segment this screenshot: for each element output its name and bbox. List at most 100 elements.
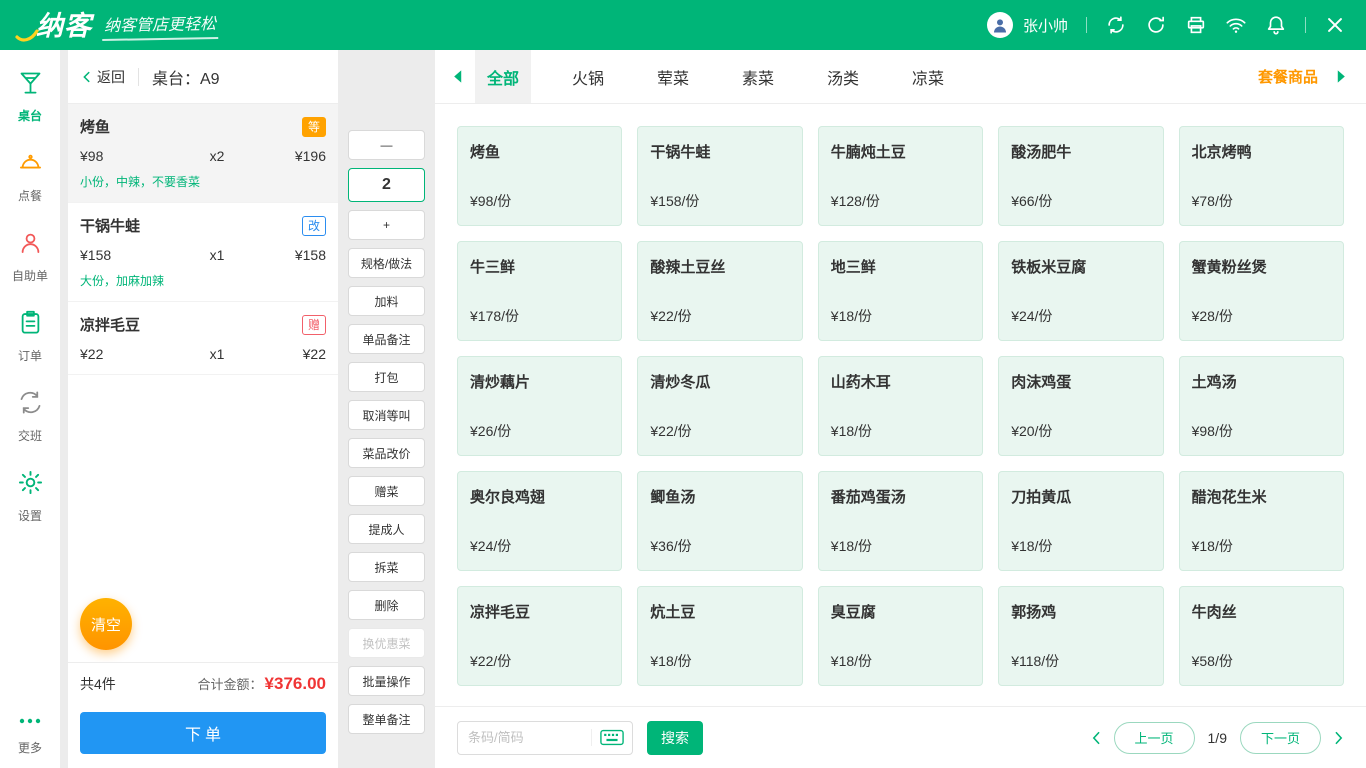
chevron-left-icon[interactable] [1091,731,1101,745]
quantity-display[interactable]: 2 [348,168,425,202]
item-note: 小份，中辣，不要香菜 [80,173,326,190]
menu-item-card[interactable]: 醋泡花生米 ¥18/份 [1179,471,1344,571]
category-tab[interactable]: 汤类 [815,50,871,103]
search-button[interactable]: 搜索 [647,721,703,755]
barcode-input-wrapper [457,721,633,755]
avatar[interactable] [987,12,1013,38]
action-button[interactable]: 赠菜 [348,476,425,506]
sidebar-item-self-service[interactable]: 自助单 [0,216,60,296]
back-button[interactable]: 返回 [80,67,125,87]
tab-scroll-right-button[interactable] [1332,65,1352,88]
action-button[interactable]: 提成人 [348,514,425,544]
menu-item-card[interactable]: 地三鲜 ¥18/份 [818,241,983,341]
menu-item-name: 番茄鸡蛋汤 [831,486,970,507]
item-note: 大份，加麻加辣 [80,272,326,289]
order-item[interactable]: 凉拌毛豆 赠 ¥22 x1 ¥22 [68,302,338,375]
menu-item-name: 铁板米豆腐 [1011,256,1150,277]
brand-swoosh-icon [14,22,40,44]
action-button[interactable]: 批量操作 [348,666,425,696]
category-tab[interactable]: 素菜 [730,50,786,103]
action-button[interactable]: 删除 [348,590,425,620]
menu-item-card[interactable]: 刀拍黄瓜 ¥18/份 [998,471,1163,571]
action-button[interactable]: 菜品改价 [348,438,425,468]
action-button[interactable]: 加料 [348,286,425,316]
printer-icon[interactable] [1185,14,1207,36]
sidebar-item-settings[interactable]: 设置 [0,456,60,536]
menu-item-card[interactable]: 烤鱼 ¥98/份 [457,126,622,226]
action-button[interactable]: 整单备注 [348,704,425,734]
place-order-button[interactable]: 下单 [80,712,326,754]
action-button[interactable]: 取消等叫 [348,400,425,430]
menu-item-price: ¥18/份 [831,536,970,556]
action-button[interactable]: 规格/做法 [348,248,425,278]
order-item-list: 烤鱼 等 ¥98 x2 ¥196 小份，中辣，不要香菜 干锅牛蛙 改 ¥158 … [68,104,338,662]
menu-item-card[interactable]: 牛腩炖土豆 ¥128/份 [818,126,983,226]
sidebar-more-button[interactable]: 更多 [17,704,43,768]
category-tab[interactable]: 凉菜 [900,50,956,103]
refresh-icon[interactable] [1145,14,1167,36]
gift-badge: 赠 [302,315,326,335]
menu-item-price: ¥22/份 [650,421,789,441]
menu-item-card[interactable]: 臭豆腐 ¥18/份 [818,586,983,686]
barcode-input[interactable] [468,730,591,745]
table-icon [17,69,44,101]
sidebar-item-tables[interactable]: 桌台 [0,56,60,136]
brand-logo: 纳客 [36,13,92,40]
chevron-right-icon[interactable] [1334,731,1344,745]
next-page-button[interactable]: 下一页 [1240,722,1321,754]
menu-item-name: 肉沫鸡蛋 [1011,371,1150,392]
menu-item-card[interactable]: 蟹黄粉丝煲 ¥28/份 [1179,241,1344,341]
menu-item-card[interactable]: 鲫鱼汤 ¥36/份 [637,471,802,571]
menu-item-name: 鲫鱼汤 [650,486,789,507]
action-button[interactable]: 拆菜 [348,552,425,582]
order-item[interactable]: 干锅牛蛙 改 ¥158 x1 ¥158 大份，加麻加辣 [68,203,338,302]
increase-qty-button[interactable]: + [348,210,425,240]
menu-item-card[interactable]: 北京烤鸭 ¥78/份 [1179,126,1344,226]
menu-panel: 全部火锅荤菜素菜汤类凉菜 套餐商品 烤鱼 ¥98/份 干锅牛蛙 ¥158/份 牛… [435,50,1366,768]
category-tab[interactable]: 全部 [475,50,531,103]
wifi-icon[interactable] [1225,14,1247,36]
keyboard-icon[interactable] [591,729,624,746]
menu-item-card[interactable]: 炕土豆 ¥18/份 [637,586,802,686]
menu-item-card[interactable]: 凉拌毛豆 ¥22/份 [457,586,622,686]
menu-item-name: 山药木耳 [831,371,970,392]
menu-item-card[interactable]: 牛三鲜 ¥178/份 [457,241,622,341]
category-tab[interactable]: 荤菜 [645,50,701,103]
bell-icon[interactable] [1265,14,1287,36]
clear-button[interactable]: 清空 [80,598,132,650]
menu-item-card[interactable]: 牛肉丝 ¥58/份 [1179,586,1344,686]
category-tab[interactable]: 火锅 [560,50,616,103]
sidebar-item-orders[interactable]: 订单 [0,296,60,376]
sync-icon[interactable] [1105,14,1127,36]
menu-item-price: ¥18/份 [831,651,970,671]
menu-item-card[interactable]: 肉沫鸡蛋 ¥20/份 [998,356,1163,456]
menu-item-price: ¥98/份 [1192,421,1331,441]
menu-item-card[interactable]: 土鸡汤 ¥98/份 [1179,356,1344,456]
menu-item-card[interactable]: 酸汤肥牛 ¥66/份 [998,126,1163,226]
combo-products-link[interactable]: 套餐商品 [1258,66,1318,87]
menu-item-card[interactable]: 郭扬鸡 ¥118/份 [998,586,1163,686]
menu-item-card[interactable]: 铁板米豆腐 ¥24/份 [998,241,1163,341]
menu-item-name: 牛腩炖土豆 [831,141,970,162]
gear-icon [17,469,44,501]
item-total: ¥158 [264,247,326,263]
close-icon[interactable] [1324,14,1346,36]
decrease-qty-button[interactable]: — [348,130,425,160]
menu-item-card[interactable]: 干锅牛蛙 ¥158/份 [637,126,802,226]
tab-scroll-left-button[interactable] [447,65,467,88]
prev-page-button[interactable]: 上一页 [1114,722,1195,754]
sidebar-item-order-food[interactable]: 点餐 [0,136,60,216]
action-button[interactable]: 单品备注 [348,324,425,354]
action-button[interactable]: 打包 [348,362,425,392]
pagination: 上一页 1/9 下一页 [1091,722,1345,754]
menu-item-card[interactable]: 奥尔良鸡翅 ¥24/份 [457,471,622,571]
menu-item-price: ¥22/份 [470,651,609,671]
sidebar-item-shift[interactable]: 交班 [0,376,60,456]
menu-item-card[interactable]: 山药木耳 ¥18/份 [818,356,983,456]
order-item[interactable]: 烤鱼 等 ¥98 x2 ¥196 小份，中辣，不要香菜 [68,104,338,203]
menu-item-card[interactable]: 清炒藕片 ¥26/份 [457,356,622,456]
menu-item-card[interactable]: 酸辣土豆丝 ¥22/份 [637,241,802,341]
menu-item-card[interactable]: 清炒冬瓜 ¥22/份 [637,356,802,456]
item-qty: x1 [170,346,264,362]
menu-item-card[interactable]: 番茄鸡蛋汤 ¥18/份 [818,471,983,571]
